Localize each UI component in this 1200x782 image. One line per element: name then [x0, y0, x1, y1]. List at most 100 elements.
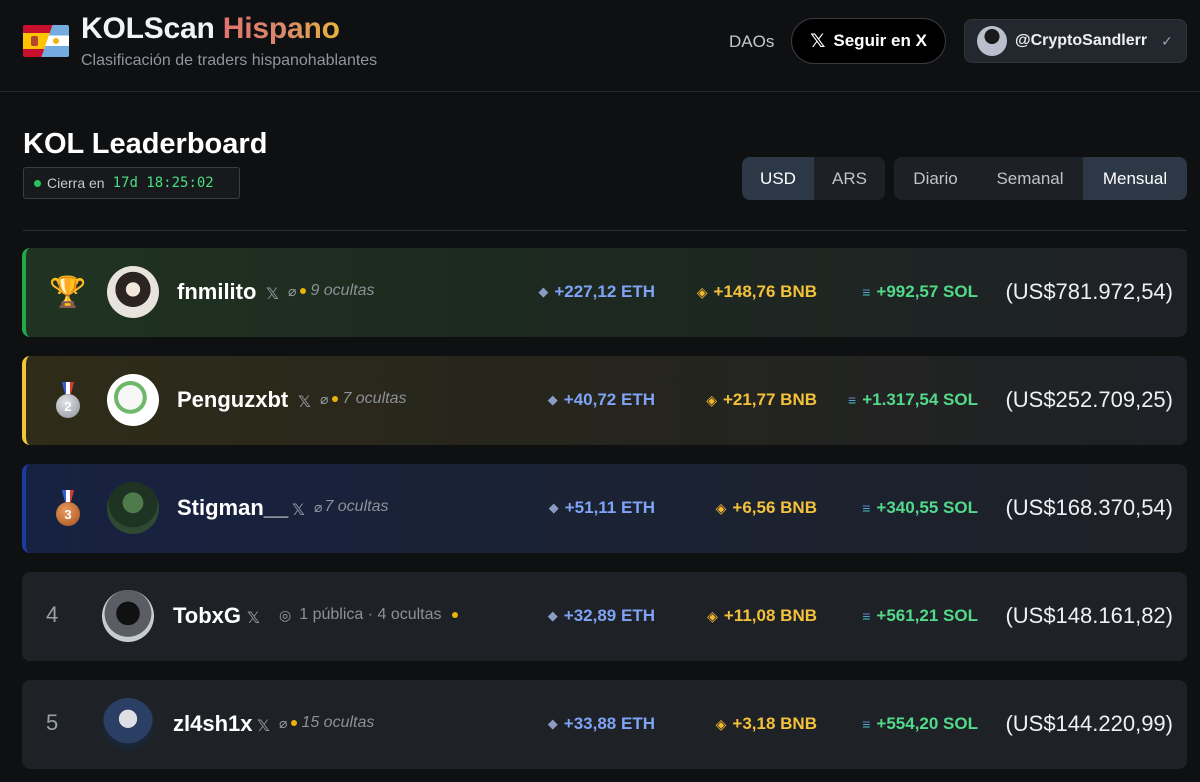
leaderboard-row[interactable]: 🏆 fnmilito 𝕏 ⌀ 9 ocultas ◆ +227,12 ETH ◈…: [22, 248, 1187, 337]
wallet-visibility: ◎ 1 pública · 4 ocultas: [279, 606, 460, 624]
check-icon: ✓: [1161, 32, 1173, 49]
eth-amount: ◆ +33,88 ETH: [548, 714, 655, 734]
nav-link-daos[interactable]: DAOs: [729, 32, 774, 52]
brand-accent: Hispano: [222, 12, 340, 45]
sol-icon: ≡: [862, 716, 871, 732]
yellow-dot-icon: [300, 288, 307, 294]
trader-name[interactable]: TobxG: [173, 603, 241, 629]
bnb-amount: ◈ +21,77 BNB: [706, 390, 817, 410]
top-header: KOLScan Hispano Clasificación de traders…: [0, 0, 1200, 92]
bnb-value: +6,56 BNB: [732, 498, 817, 517]
user-handle: @CryptoSandlerr: [1015, 32, 1148, 49]
usd-total: (US$781.972,54): [1005, 279, 1173, 304]
eye-slash-icon: ⌀: [320, 390, 329, 407]
x-profile-icon[interactable]: 𝕏: [266, 284, 279, 304]
brand-title[interactable]: KOLScan Hispano: [81, 12, 340, 46]
trader-name[interactable]: Penguzxbt: [177, 387, 288, 413]
bnb-icon: ◈: [715, 715, 727, 732]
bnb-icon: ◈: [715, 499, 727, 516]
wallet-visibility: ⌀ 9 ocultas: [288, 282, 374, 300]
bnb-amount: ◈ +6,56 BNB: [716, 498, 817, 518]
bnb-value: +11,08 BNB: [723, 606, 817, 625]
rank-slot: 2: [50, 382, 86, 420]
avatar[interactable]: [107, 482, 159, 534]
sol-icon: ≡: [862, 500, 871, 516]
avatar[interactable]: [107, 374, 159, 426]
visibility-text: 7 ocultas: [324, 498, 389, 515]
countdown-timer: Cierra en 17d 18:25:02: [23, 167, 240, 199]
period-option-diario[interactable]: Diario: [894, 157, 977, 200]
period-option-semanal[interactable]: Semanal: [977, 157, 1083, 200]
bnb-icon: ◈: [706, 391, 717, 408]
sol-icon: ≡: [862, 284, 871, 300]
sol-value: +561,21 SOL: [876, 606, 978, 625]
visibility-text: 7 ocultas: [342, 390, 407, 407]
user-account-button[interactable]: @CryptoSandlerr ✓: [964, 19, 1187, 63]
bnb-amount: ◈ +148,76 BNB: [697, 282, 817, 302]
follow-button-label: Seguir en X: [833, 31, 927, 50]
sol-icon: ≡: [862, 608, 871, 624]
x-profile-icon[interactable]: 𝕏: [292, 500, 305, 520]
x-profile-icon[interactable]: 𝕏: [298, 392, 311, 412]
silver-medal-icon: 2: [55, 382, 81, 420]
eth-icon: ◆: [547, 392, 558, 407]
period-option-mensual[interactable]: Mensual: [1083, 157, 1187, 200]
bnb-amount: ◈ +11,08 BNB: [707, 606, 817, 626]
avatar[interactable]: [107, 266, 159, 318]
eth-value: +227,12 ETH: [554, 282, 655, 301]
timer-label: Cierra en: [47, 175, 105, 191]
sol-amount: ≡ +340,55 SOL: [862, 498, 978, 518]
eth-value: +51,11 ETH: [564, 498, 655, 517]
avatar[interactable]: [102, 590, 154, 642]
follow-on-x-button[interactable]: 𝕏 Seguir en X: [791, 18, 946, 64]
currency-option-ars[interactable]: ARS: [814, 157, 885, 200]
visibility-text: 1 pública · 4 ocultas: [299, 606, 442, 623]
bnb-value: +3,18 BNB: [732, 714, 817, 733]
leaderboard-row[interactable]: 5 zl4sh1x 𝕏 ⌀ 15 ocultas ◆ +33,88 ETH ◈ …: [22, 680, 1187, 769]
rank-number: 4: [46, 602, 59, 627]
rank-slot: 🏆: [49, 274, 86, 312]
leaderboard-row[interactable]: 4 TobxG 𝕏 ◎ 1 pública · 4 ocultas ◆ +32,…: [22, 572, 1187, 661]
user-avatar: [977, 26, 1007, 56]
trader-name[interactable]: zl4sh1x: [173, 711, 253, 737]
x-profile-icon[interactable]: 𝕏: [257, 716, 270, 736]
eth-icon: ◆: [538, 284, 549, 299]
brand-subtitle: Clasificación de traders hispanohablante…: [81, 52, 378, 69]
divider: [23, 230, 1187, 231]
eth-value: +33,88 ETH: [563, 714, 655, 733]
bnb-icon: ◈: [696, 283, 708, 300]
bnb-icon: ◈: [707, 607, 718, 624]
yellow-dot-icon: [332, 396, 339, 402]
eye-slash-icon: ⌀: [279, 714, 288, 731]
sol-value: +554,20 SOL: [876, 714, 978, 733]
eth-value: +32,89 ETH: [563, 606, 655, 625]
x-logo-icon: 𝕏: [810, 30, 826, 52]
eth-icon: ◆: [547, 716, 558, 731]
trader-name[interactable]: fnmilito: [177, 279, 256, 305]
usd-total: (US$144.220,99): [1005, 711, 1173, 736]
sol-icon: ≡: [848, 392, 857, 408]
trader-name[interactable]: Stigman__: [177, 495, 288, 521]
visibility-text: 15 ocultas: [301, 714, 375, 731]
eth-icon: ◆: [547, 608, 558, 623]
bronze-medal-icon: 3: [55, 490, 81, 528]
leaderboard-row[interactable]: 2 Penguzxbt 𝕏 ⌀ 7 ocultas ◆ +40,72 ETH ◈…: [22, 356, 1187, 445]
wallet-visibility: ⌀ 7 ocultas: [314, 498, 388, 516]
wallet-visibility: ⌀ 7 ocultas: [320, 390, 406, 408]
leaderboard-row[interactable]: 3 Stigman__ 𝕏 ⌀ 7 ocultas ◆ +51,11 ETH ◈…: [22, 464, 1187, 553]
timer-value: 17d 18:25:02: [112, 175, 214, 191]
yellow-dot-icon: [291, 720, 298, 726]
avatar[interactable]: [102, 698, 154, 750]
spain-argentina-flag-icon: [23, 25, 69, 57]
eth-amount: ◆ +51,11 ETH: [549, 498, 655, 518]
x-profile-icon[interactable]: 𝕏: [247, 608, 260, 628]
visibility-text: 9 ocultas: [310, 282, 375, 299]
bnb-value: +21,77 BNB: [722, 390, 817, 409]
sol-amount: ≡ +554,20 SOL: [862, 714, 978, 734]
bnb-value: +148,76 BNB: [713, 282, 817, 301]
period-toggle: Diario Semanal Mensual: [894, 157, 1187, 200]
eth-amount: ◆ +227,12 ETH: [538, 282, 655, 302]
brand-main: KOLScan: [81, 12, 215, 45]
wallet-visibility: ⌀ 15 ocultas: [279, 714, 374, 732]
currency-option-usd[interactable]: USD: [742, 157, 814, 200]
